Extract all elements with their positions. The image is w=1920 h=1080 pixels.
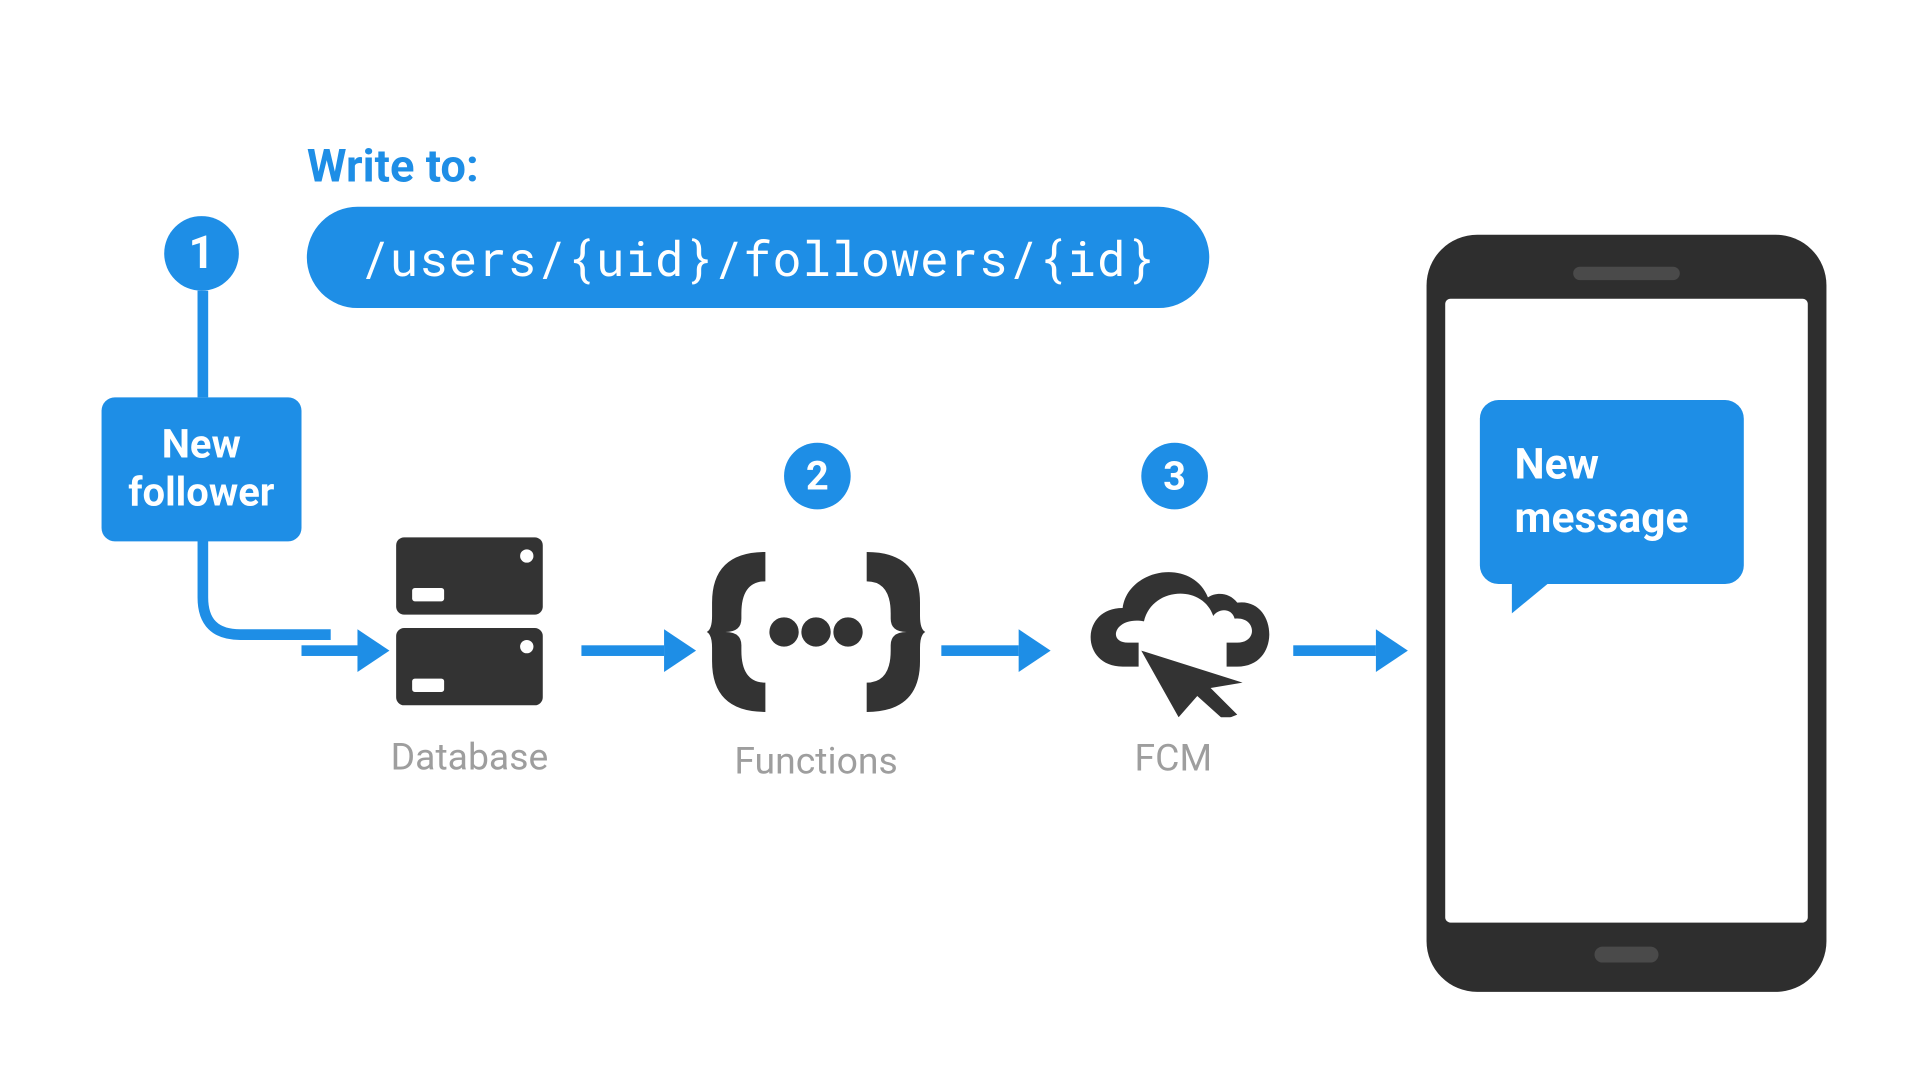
phone-screen: New message [1445,299,1808,923]
phone-device: New message [1427,235,1827,992]
diagram-stage: Write to: /users/{uid}/followers/{id} 1 … [0,0,1920,1080]
functions-label: Functions [734,739,897,783]
arrow-to-phone [1293,629,1408,672]
trigger-new-follower: New follower [102,397,302,541]
bubble-line2: message [1515,491,1710,544]
database-path-pill: /users/{uid}/followers/{id} [307,207,1209,308]
phone-speaker [1573,267,1680,280]
node-functions: Functions [707,533,926,782]
node-database: Database [383,529,556,778]
trigger-line1: New [128,421,274,469]
step-3-badge: 3 [1141,443,1208,510]
database-icon [383,529,556,716]
phone-home-bar [1595,947,1659,963]
node-fcm: FCM [1067,544,1280,780]
fcm-label: FCM [1135,736,1213,780]
fcm-icon [1067,544,1280,717]
arrow-to-fcm [941,629,1050,672]
arrow-to-functions [581,629,696,672]
trigger-line2: follower [128,469,274,517]
step-1-badge: 1 [164,216,239,291]
notification-bubble: New message [1480,400,1744,584]
functions-icon [707,533,926,720]
bubble-line1: New [1515,437,1710,490]
arrow-to-database [301,629,389,672]
write-to-label: Write to: [307,140,479,193]
connector-step1-to-trigger [198,291,209,398]
step-2-badge: 2 [784,443,851,510]
database-label: Database [391,735,549,779]
